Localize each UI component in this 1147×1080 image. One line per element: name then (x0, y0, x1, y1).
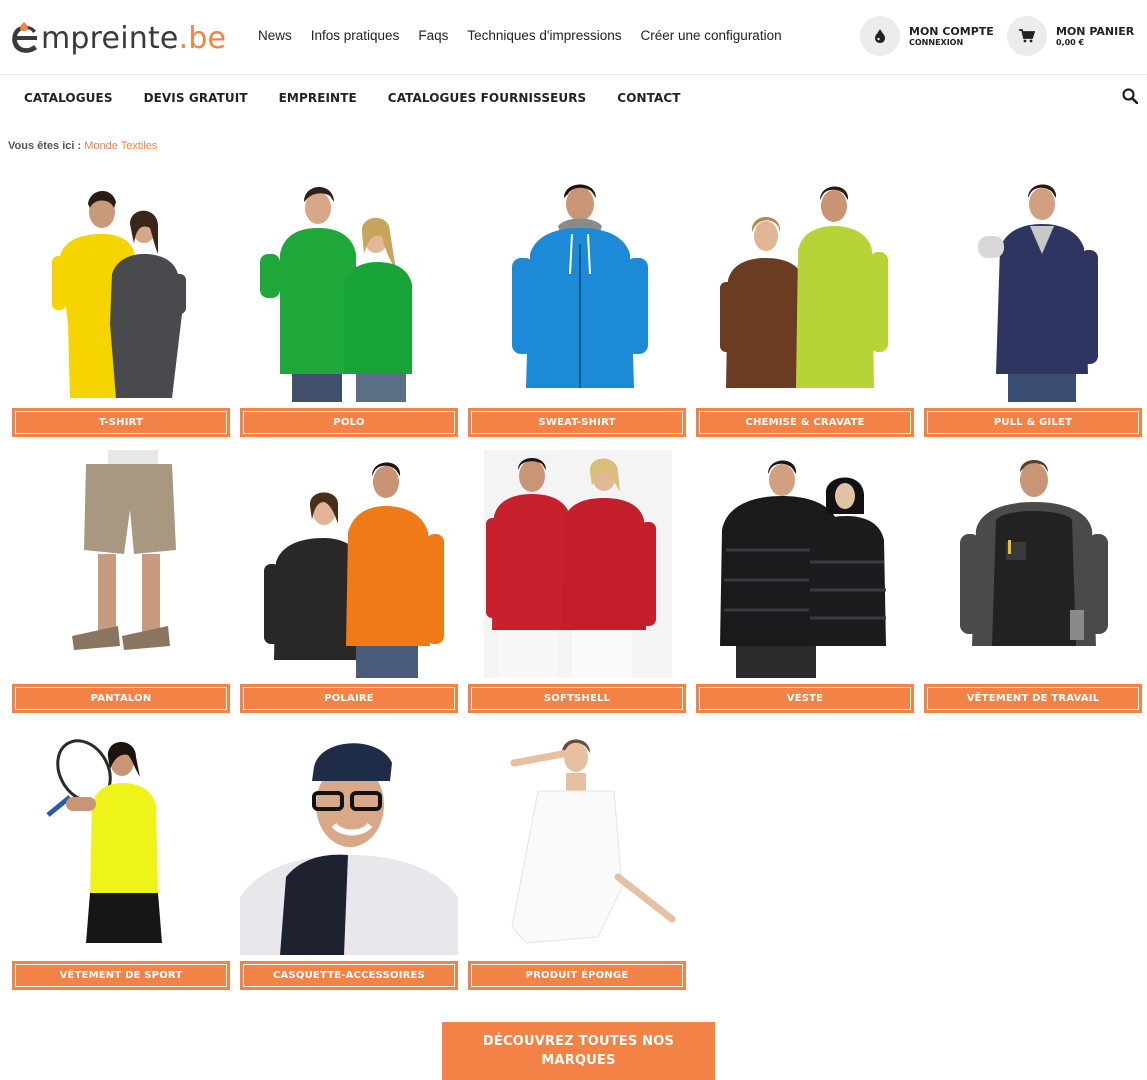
category-image[interactable] (468, 450, 686, 678)
breadcrumb-current[interactable]: Monde Textiles (84, 140, 157, 152)
category-image[interactable] (468, 727, 686, 955)
nav-devis-gratuit[interactable]: DEVIS GRATUIT (144, 91, 248, 105)
category-button-produit-eponge[interactable]: PRODUIT ÉPONGE (468, 961, 686, 990)
search-icon[interactable] (1122, 88, 1140, 106)
nav-catalogues-fournisseurs[interactable]: CATALOGUES FOURNISSEURS (388, 91, 587, 105)
category-button-vetement-sport[interactable]: VÊTEMENT DE SPORT (12, 961, 230, 990)
category-button-polo[interactable]: POLO (240, 408, 458, 437)
cart-amount: 0,00 € (1056, 37, 1085, 47)
top-link-configuration[interactable]: Créer une configuration (641, 28, 782, 43)
cart-title: MON PANIER (1056, 24, 1135, 38)
breadcrumb: Vous êtes ici : Monde Textiles (8, 140, 157, 152)
nav-catalogues[interactable]: CATALOGUES (24, 91, 113, 105)
category-button-casquette-accessoires[interactable]: CASQUETTE-ACCESSOIRES (240, 961, 458, 990)
account-subtitle: CONNEXION (909, 37, 964, 47)
category-button-polaire[interactable]: POLAIRE (240, 684, 458, 713)
cart-icon (1007, 16, 1047, 56)
discover-brands-button[interactable]: DÉCOUVREZ TOUTES NOS MARQUES (442, 1022, 715, 1080)
top-link-news[interactable]: News (258, 28, 292, 43)
category-button-softshell[interactable]: SOFTSHELL (468, 684, 686, 713)
category-button-pull-gilet[interactable]: PULL & GILET (924, 408, 1142, 437)
category-image[interactable] (696, 450, 914, 678)
category-button-t-shirt[interactable]: T-SHIRT (12, 408, 230, 437)
nav-empreinte[interactable]: EMPREINTE (279, 91, 357, 105)
category-image[interactable] (12, 727, 230, 955)
category-image[interactable] (924, 174, 1142, 402)
logo-wordmark: mpreinte.be (41, 21, 227, 56)
category-button-pantalon[interactable]: PANTALON (12, 684, 230, 713)
category-button-sweat-shirt[interactable]: SWEAT-SHIRT (468, 408, 686, 437)
category-image[interactable] (240, 174, 458, 402)
account-link[interactable]: MON COMPTE CONNEXION (860, 16, 994, 56)
category-image[interactable] (12, 450, 230, 678)
cart-link[interactable]: MON PANIER 0,00 € (1007, 16, 1134, 56)
category-image[interactable] (240, 727, 458, 955)
category-image[interactable] (12, 174, 230, 402)
account-title: MON COMPTE (909, 24, 994, 38)
breadcrumb-label: Vous êtes ici : (8, 140, 82, 152)
top-links: News Infos pratiques Faqs Techniques d'i… (258, 28, 801, 43)
top-link-faqs[interactable]: Faqs (418, 28, 448, 43)
top-header: mpreinte.be News Infos pratiques Faqs Te… (0, 0, 1147, 75)
logo-mark (10, 22, 40, 56)
category-button-veste[interactable]: VESTE (696, 684, 914, 713)
category-image[interactable] (696, 174, 914, 402)
nav-contact[interactable]: CONTACT (617, 91, 680, 105)
category-button-chemise-cravate[interactable]: CHEMISE & CRAVATE (696, 408, 914, 437)
main-nav: CATALOGUES DEVIS GRATUIT EMPREINTE CATAL… (0, 76, 1147, 120)
category-image[interactable] (924, 450, 1142, 678)
category-image[interactable] (468, 174, 686, 402)
site-logo[interactable]: mpreinte.be (10, 16, 226, 56)
top-link-techniques[interactable]: Techniques d'impressions (467, 28, 621, 43)
category-image[interactable] (240, 450, 458, 678)
category-button-vetement-travail[interactable]: VÊTEMENT DE TRAVAIL (924, 684, 1142, 713)
drop-icon (860, 16, 900, 56)
top-link-infos-pratiques[interactable]: Infos pratiques (311, 28, 400, 43)
